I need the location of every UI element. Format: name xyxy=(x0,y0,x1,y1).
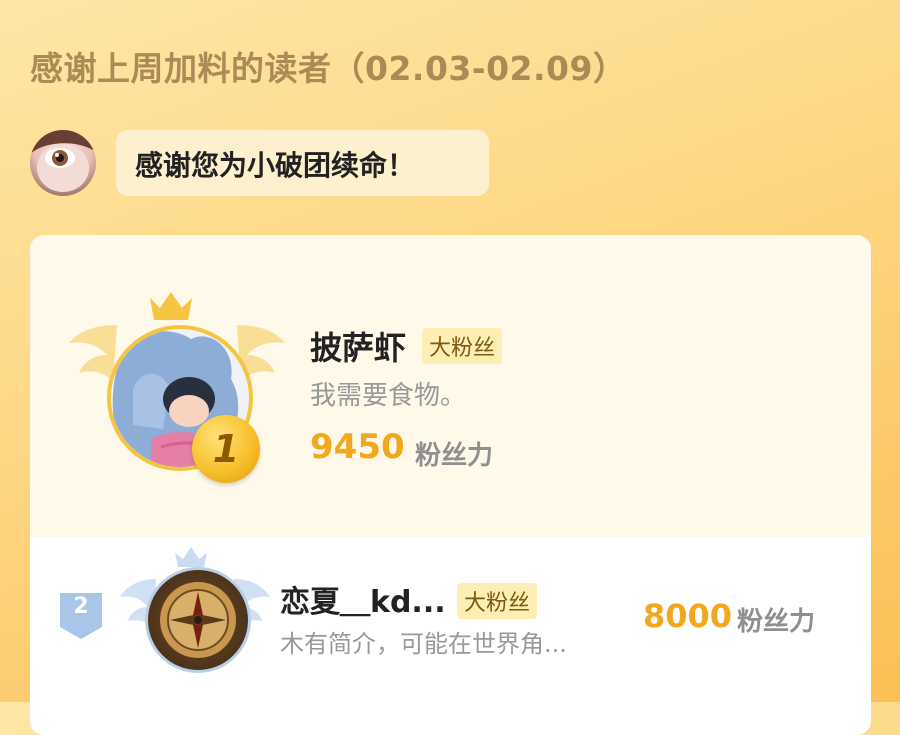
rank-entry-2[interactable]: 2 恋夏＿kd... 大粉丝 木有简介，可能在世界角... 8000 粉丝力 xyxy=(30,537,871,735)
rank-entry-1[interactable]: 1 披萨虾 大粉丝 我需要食物。 9450 粉丝力 xyxy=(30,235,871,537)
fan-badge: 大粉丝 xyxy=(457,583,538,619)
speaker-avatar[interactable] xyxy=(30,130,96,196)
message-text: 感谢您为小破团续命！ xyxy=(135,149,416,182)
rank-1-score: 9450 xyxy=(310,427,405,467)
rank-1-score-unit: 粉丝力 xyxy=(415,441,494,471)
rank-2-name[interactable]: 恋夏＿kd... xyxy=(280,577,446,621)
page-title: 感谢上周加料的读者（02.03-02.09） xyxy=(30,49,627,88)
message-bubble: 感谢您为小破团续命！ xyxy=(116,130,489,196)
crown-icon xyxy=(150,292,192,320)
crown-icon xyxy=(175,547,207,567)
fan-badge: 大粉丝 xyxy=(422,328,503,364)
rank-2-intro: 木有简介，可能在世界角... xyxy=(280,630,567,658)
rank-1-name[interactable]: 披萨虾 xyxy=(310,323,406,369)
rank-1-number: 1 xyxy=(212,427,240,471)
rank-2-score: 8000 xyxy=(643,597,733,635)
rank-2-score-unit: 粉丝力 xyxy=(737,607,816,637)
ranking-card: 1 披萨虾 大粉丝 我需要食物。 9450 粉丝力 2 恋夏＿kd... 大粉丝… xyxy=(30,235,871,735)
rank-medal-icon: 1 xyxy=(192,415,260,483)
rank-2-number: 2 xyxy=(73,594,89,619)
rank-2-avatar[interactable] xyxy=(145,567,251,673)
rank-1-intro: 我需要食物。 xyxy=(310,381,467,411)
